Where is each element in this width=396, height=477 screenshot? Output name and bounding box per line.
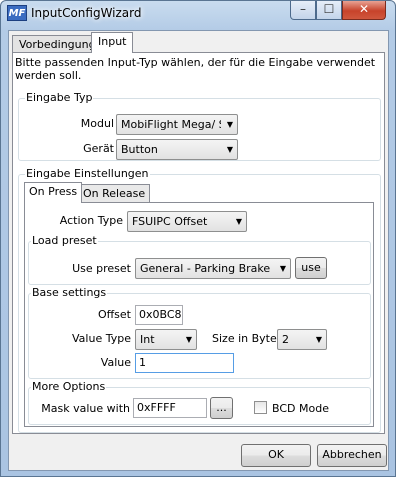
geraet-select[interactable]: Button ▼	[116, 139, 238, 160]
chevron-down-icon: ▼	[315, 335, 322, 344]
chevron-down-icon: ▼	[226, 120, 233, 129]
load-preset-title: Load preset	[31, 234, 98, 247]
ok-button[interactable]: OK	[241, 444, 311, 467]
eingabe-typ-group: Eingabe Typ Modul MobiFlight Mega/ SN ▼ …	[18, 91, 381, 161]
eingabe-einstellungen-group: Eingabe Einstellungen On Press On Releas…	[18, 167, 381, 433]
action-type-select[interactable]: FSUIPC Offset ▼	[127, 211, 247, 232]
offset-label: Offset	[97, 308, 131, 321]
use-preset-label: Use preset	[72, 262, 131, 275]
chevron-down-icon: ▼	[226, 145, 233, 154]
more-options-group: More Options Mask value with 0xFFFF ... …	[28, 380, 371, 425]
chevron-down-icon: ▼	[185, 335, 192, 344]
bcd-mode-checkbox[interactable]	[254, 401, 267, 414]
close-icon[interactable]: ✕	[342, 1, 386, 20]
preset-select[interactable]: General - Parking Brake ▼	[135, 258, 291, 279]
action-type-value: FSUIPC Offset	[132, 215, 208, 228]
size-in-bytes-label: Size in Bytes	[212, 332, 283, 345]
mobiflight-app-icon: MF	[7, 5, 27, 21]
more-options-title: More Options	[31, 380, 107, 393]
value-label: Value	[100, 356, 131, 369]
chevron-down-icon: ▼	[235, 217, 242, 226]
tab-on-release[interactable]: On Release	[78, 184, 151, 202]
size-in-bytes-value: 2	[282, 333, 289, 346]
window-title: InputConfigWizard	[31, 6, 142, 20]
value-type-label: Value Type	[72, 332, 131, 345]
input-config-wizard-window: MF InputConfigWizard – ☐ ✕ Vorbedingung …	[0, 0, 396, 477]
eingabe-typ-title: Eingabe Typ	[25, 91, 94, 104]
value-type-select[interactable]: Int ▼	[135, 329, 197, 350]
preset-select-value: General - Parking Brake	[140, 262, 271, 275]
chevron-down-icon: ▼	[279, 264, 286, 273]
base-settings-title: Base settings	[31, 286, 108, 299]
mask-value-field[interactable]: 0xFFFF	[133, 398, 207, 418]
eingabe-einstellungen-title: Eingabe Einstellungen	[25, 167, 150, 180]
base-settings-group: Base settings Offset 0x0BC8 Value Type I…	[28, 286, 371, 379]
size-in-bytes-select[interactable]: 2 ▼	[277, 329, 327, 350]
bcd-mode-label: BCD Mode	[272, 402, 329, 415]
tab-input[interactable]: Input	[91, 32, 134, 53]
dialog-client-area: Vorbedingung Input Bitte passenden Input…	[8, 30, 389, 471]
minimize-icon[interactable]: –	[290, 1, 316, 20]
offset-field[interactable]: 0x0BC8	[135, 305, 183, 325]
tab-on-press[interactable]: On Press	[24, 182, 83, 203]
modul-label: Modul	[80, 117, 114, 130]
value-type-value: Int	[140, 333, 155, 346]
use-preset-button[interactable]: use	[295, 257, 327, 279]
action-type-label: Action Type	[59, 214, 123, 227]
tab-vorbedingung[interactable]: Vorbedingung	[12, 35, 103, 53]
load-preset-group: Load preset Use preset General - Parking…	[28, 234, 371, 285]
title-bar[interactable]: MF InputConfigWizard – ☐ ✕	[1, 1, 395, 27]
on-press-page: Action Type FSUIPC Offset ▼ Load preset …	[24, 202, 374, 427]
value-field[interactable]: 1	[135, 353, 234, 373]
mask-browse-button[interactable]: ...	[210, 397, 233, 419]
geraet-select-value: Button	[121, 143, 158, 156]
modul-select-value: MobiFlight Mega/ SN	[121, 118, 221, 131]
geraet-label: Gerät	[83, 142, 114, 155]
cancel-button[interactable]: Abbrechen	[317, 444, 387, 467]
mask-value-label: Mask value with	[41, 402, 130, 415]
intro-text: Bitte passenden Input-Typ wählen, der fü…	[15, 56, 376, 82]
input-tab-page: Bitte passenden Input-Typ wählen, der fü…	[12, 52, 385, 434]
maximize-icon[interactable]: ☐	[316, 1, 342, 20]
modul-select[interactable]: MobiFlight Mega/ SN ▼	[116, 114, 238, 135]
